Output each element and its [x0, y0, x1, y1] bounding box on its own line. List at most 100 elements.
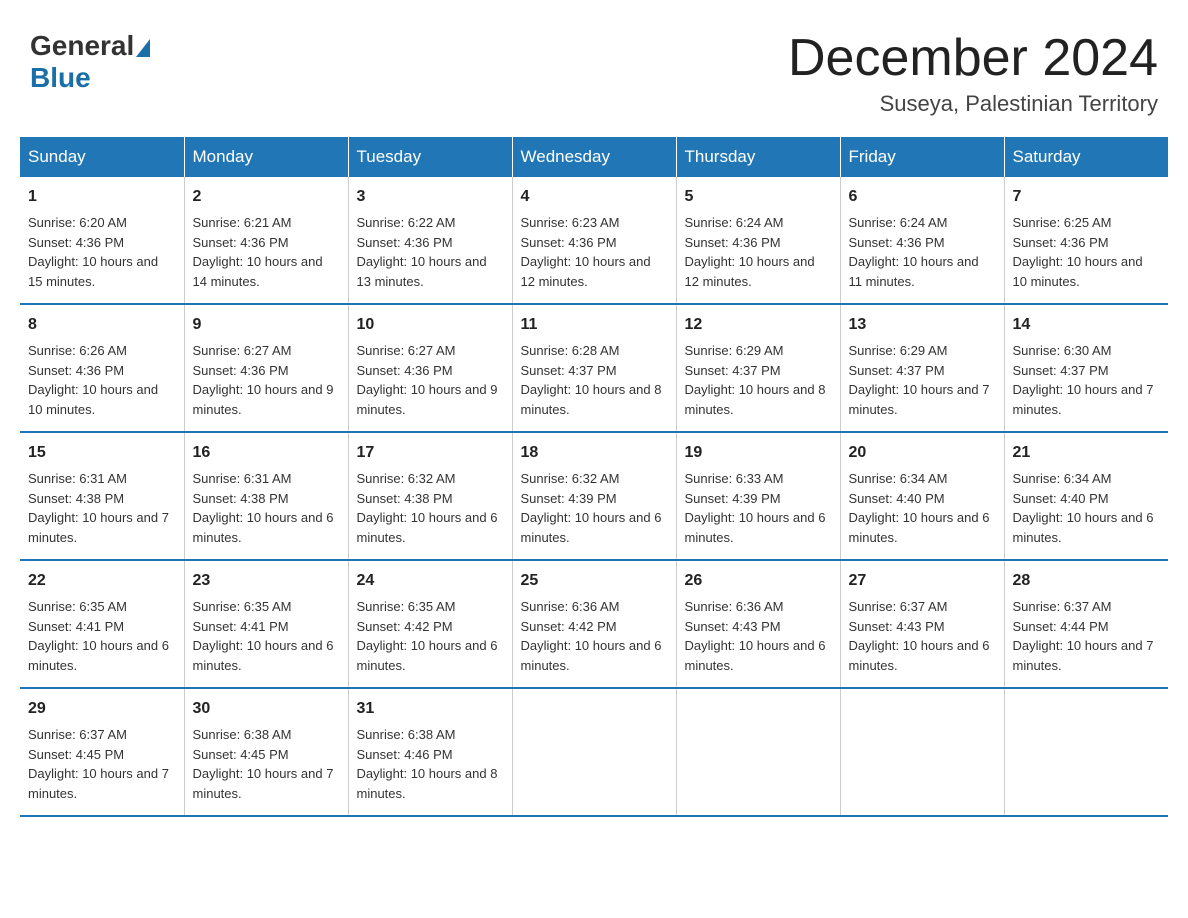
- weekday-header-friday: Friday: [840, 137, 1004, 177]
- day-info: Sunrise: 6:38 AMSunset: 4:46 PMDaylight:…: [357, 727, 498, 801]
- calendar-cell: 27 Sunrise: 6:37 AMSunset: 4:43 PMDaylig…: [840, 560, 1004, 688]
- logo: General Blue: [30, 30, 152, 94]
- day-info: Sunrise: 6:37 AMSunset: 4:45 PMDaylight:…: [28, 727, 169, 801]
- day-info: Sunrise: 6:20 AMSunset: 4:36 PMDaylight:…: [28, 215, 158, 289]
- day-info: Sunrise: 6:31 AMSunset: 4:38 PMDaylight:…: [28, 471, 169, 545]
- day-number: 21: [1013, 441, 1161, 465]
- day-info: Sunrise: 6:24 AMSunset: 4:36 PMDaylight:…: [685, 215, 815, 289]
- day-number: 4: [521, 185, 668, 209]
- weekday-header-sunday: Sunday: [20, 137, 184, 177]
- week-row-4: 22 Sunrise: 6:35 AMSunset: 4:41 PMDaylig…: [20, 560, 1168, 688]
- day-info: Sunrise: 6:26 AMSunset: 4:36 PMDaylight:…: [28, 343, 158, 417]
- day-info: Sunrise: 6:29 AMSunset: 4:37 PMDaylight:…: [849, 343, 990, 417]
- calendar-cell: 14 Sunrise: 6:30 AMSunset: 4:37 PMDaylig…: [1004, 304, 1168, 432]
- day-info: Sunrise: 6:29 AMSunset: 4:37 PMDaylight:…: [685, 343, 826, 417]
- week-row-5: 29 Sunrise: 6:37 AMSunset: 4:45 PMDaylig…: [20, 688, 1168, 816]
- title-area: December 2024 Suseya, Palestinian Territ…: [788, 30, 1158, 117]
- day-info: Sunrise: 6:24 AMSunset: 4:36 PMDaylight:…: [849, 215, 979, 289]
- calendar-cell: 28 Sunrise: 6:37 AMSunset: 4:44 PMDaylig…: [1004, 560, 1168, 688]
- calendar-cell: 23 Sunrise: 6:35 AMSunset: 4:41 PMDaylig…: [184, 560, 348, 688]
- calendar-cell: [840, 688, 1004, 816]
- calendar-cell: 10 Sunrise: 6:27 AMSunset: 4:36 PMDaylig…: [348, 304, 512, 432]
- day-number: 20: [849, 441, 996, 465]
- weekday-header-wednesday: Wednesday: [512, 137, 676, 177]
- day-info: Sunrise: 6:37 AMSunset: 4:44 PMDaylight:…: [1013, 599, 1154, 673]
- location-title: Suseya, Palestinian Territory: [788, 91, 1158, 117]
- calendar-cell: 7 Sunrise: 6:25 AMSunset: 4:36 PMDayligh…: [1004, 177, 1168, 304]
- calendar-cell: 8 Sunrise: 6:26 AMSunset: 4:36 PMDayligh…: [20, 304, 184, 432]
- calendar-cell: 4 Sunrise: 6:23 AMSunset: 4:36 PMDayligh…: [512, 177, 676, 304]
- calendar-cell: 1 Sunrise: 6:20 AMSunset: 4:36 PMDayligh…: [20, 177, 184, 304]
- calendar-cell: 16 Sunrise: 6:31 AMSunset: 4:38 PMDaylig…: [184, 432, 348, 560]
- calendar-cell: 2 Sunrise: 6:21 AMSunset: 4:36 PMDayligh…: [184, 177, 348, 304]
- calendar-cell: 11 Sunrise: 6:28 AMSunset: 4:37 PMDaylig…: [512, 304, 676, 432]
- day-info: Sunrise: 6:36 AMSunset: 4:42 PMDaylight:…: [521, 599, 662, 673]
- day-number: 5: [685, 185, 832, 209]
- weekday-header-monday: Monday: [184, 137, 348, 177]
- calendar-cell: 20 Sunrise: 6:34 AMSunset: 4:40 PMDaylig…: [840, 432, 1004, 560]
- day-number: 1: [28, 185, 176, 209]
- week-row-3: 15 Sunrise: 6:31 AMSunset: 4:38 PMDaylig…: [20, 432, 1168, 560]
- day-number: 24: [357, 569, 504, 593]
- day-number: 2: [193, 185, 340, 209]
- day-number: 26: [685, 569, 832, 593]
- day-number: 31: [357, 697, 504, 721]
- weekday-row: SundayMondayTuesdayWednesdayThursdayFrid…: [20, 137, 1168, 177]
- weekday-header-thursday: Thursday: [676, 137, 840, 177]
- day-info: Sunrise: 6:35 AMSunset: 4:42 PMDaylight:…: [357, 599, 498, 673]
- day-number: 13: [849, 313, 996, 337]
- day-number: 7: [1013, 185, 1161, 209]
- calendar-cell: 5 Sunrise: 6:24 AMSunset: 4:36 PMDayligh…: [676, 177, 840, 304]
- day-info: Sunrise: 6:28 AMSunset: 4:37 PMDaylight:…: [521, 343, 662, 417]
- day-number: 8: [28, 313, 176, 337]
- calendar-cell: [676, 688, 840, 816]
- day-number: 11: [521, 313, 668, 337]
- logo-blue: Blue: [30, 62, 91, 93]
- day-number: 6: [849, 185, 996, 209]
- day-info: Sunrise: 6:27 AMSunset: 4:36 PMDaylight:…: [357, 343, 498, 417]
- day-info: Sunrise: 6:32 AMSunset: 4:38 PMDaylight:…: [357, 471, 498, 545]
- day-number: 12: [685, 313, 832, 337]
- day-info: Sunrise: 6:22 AMSunset: 4:36 PMDaylight:…: [357, 215, 487, 289]
- logo-general: General: [30, 30, 134, 62]
- day-number: 28: [1013, 569, 1161, 593]
- day-info: Sunrise: 6:35 AMSunset: 4:41 PMDaylight:…: [28, 599, 169, 673]
- logo-triangle-icon: [136, 39, 150, 57]
- day-info: Sunrise: 6:34 AMSunset: 4:40 PMDaylight:…: [849, 471, 990, 545]
- day-number: 3: [357, 185, 504, 209]
- calendar-cell: 6 Sunrise: 6:24 AMSunset: 4:36 PMDayligh…: [840, 177, 1004, 304]
- day-number: 30: [193, 697, 340, 721]
- day-info: Sunrise: 6:35 AMSunset: 4:41 PMDaylight:…: [193, 599, 334, 673]
- header: General Blue December 2024 Suseya, Pales…: [20, 20, 1168, 117]
- day-number: 29: [28, 697, 176, 721]
- calendar-cell: 26 Sunrise: 6:36 AMSunset: 4:43 PMDaylig…: [676, 560, 840, 688]
- day-number: 19: [685, 441, 832, 465]
- day-number: 22: [28, 569, 176, 593]
- week-row-1: 1 Sunrise: 6:20 AMSunset: 4:36 PMDayligh…: [20, 177, 1168, 304]
- day-number: 9: [193, 313, 340, 337]
- day-number: 10: [357, 313, 504, 337]
- logo-blue-text: Blue: [30, 62, 91, 94]
- calendar-cell: 18 Sunrise: 6:32 AMSunset: 4:39 PMDaylig…: [512, 432, 676, 560]
- calendar-cell: 9 Sunrise: 6:27 AMSunset: 4:36 PMDayligh…: [184, 304, 348, 432]
- calendar-cell: 15 Sunrise: 6:31 AMSunset: 4:38 PMDaylig…: [20, 432, 184, 560]
- weekday-header-saturday: Saturday: [1004, 137, 1168, 177]
- calendar-cell: 31 Sunrise: 6:38 AMSunset: 4:46 PMDaylig…: [348, 688, 512, 816]
- calendar-cell: 22 Sunrise: 6:35 AMSunset: 4:41 PMDaylig…: [20, 560, 184, 688]
- day-number: 14: [1013, 313, 1161, 337]
- day-info: Sunrise: 6:34 AMSunset: 4:40 PMDaylight:…: [1013, 471, 1154, 545]
- day-number: 15: [28, 441, 176, 465]
- calendar-cell: [1004, 688, 1168, 816]
- day-info: Sunrise: 6:33 AMSunset: 4:39 PMDaylight:…: [685, 471, 826, 545]
- logo-text: General: [30, 30, 152, 62]
- day-info: Sunrise: 6:30 AMSunset: 4:37 PMDaylight:…: [1013, 343, 1154, 417]
- day-number: 17: [357, 441, 504, 465]
- day-info: Sunrise: 6:38 AMSunset: 4:45 PMDaylight:…: [193, 727, 334, 801]
- calendar-cell: 30 Sunrise: 6:38 AMSunset: 4:45 PMDaylig…: [184, 688, 348, 816]
- calendar-cell: 13 Sunrise: 6:29 AMSunset: 4:37 PMDaylig…: [840, 304, 1004, 432]
- weekday-header-tuesday: Tuesday: [348, 137, 512, 177]
- day-info: Sunrise: 6:31 AMSunset: 4:38 PMDaylight:…: [193, 471, 334, 545]
- day-info: Sunrise: 6:23 AMSunset: 4:36 PMDaylight:…: [521, 215, 651, 289]
- calendar-cell: 19 Sunrise: 6:33 AMSunset: 4:39 PMDaylig…: [676, 432, 840, 560]
- calendar-body: 1 Sunrise: 6:20 AMSunset: 4:36 PMDayligh…: [20, 177, 1168, 816]
